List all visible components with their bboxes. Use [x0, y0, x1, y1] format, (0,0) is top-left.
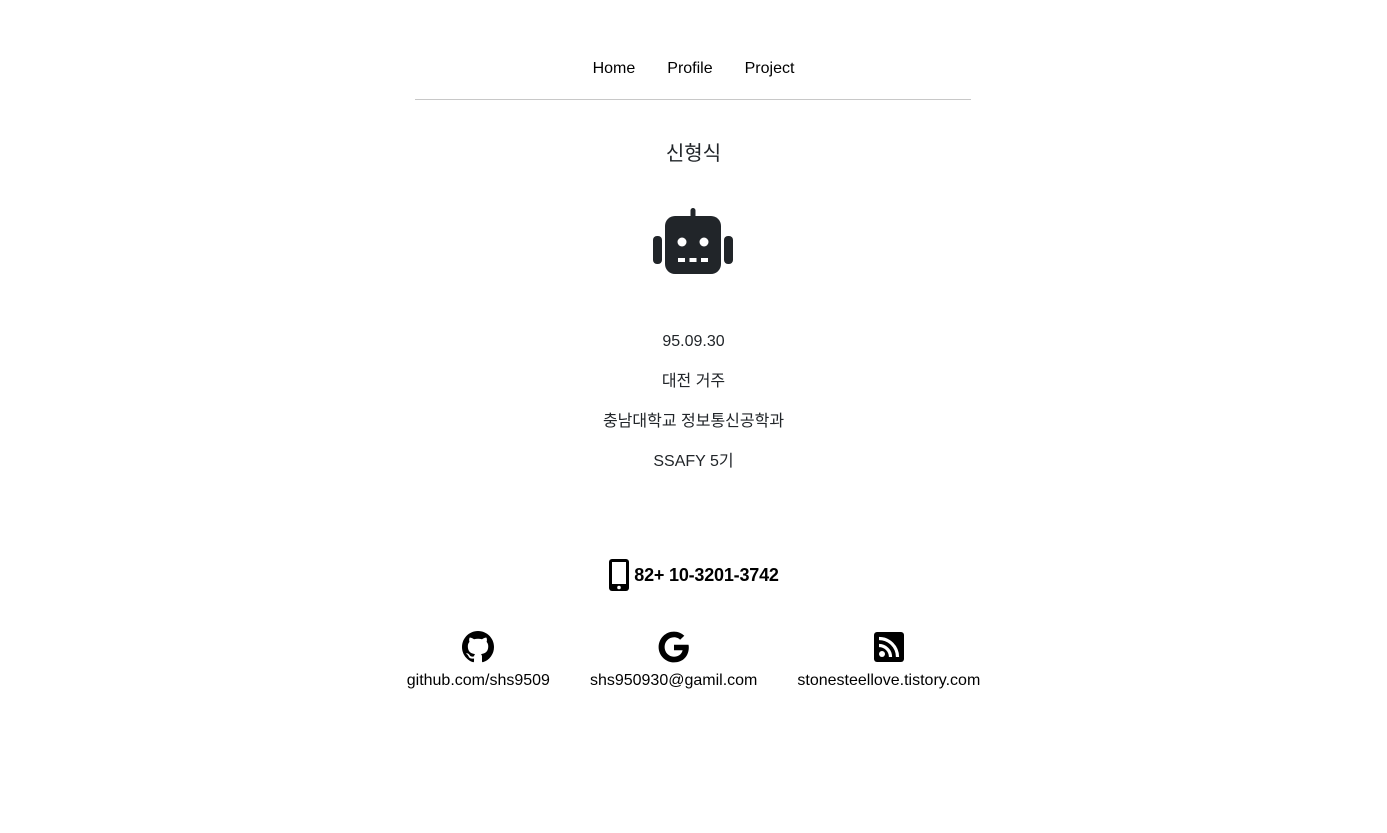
nav-divider — [415, 99, 971, 100]
contact-links: github.com/shs9509 shs950930@gamil.com s… — [0, 630, 1387, 691]
top-nav: Home Profile Project — [0, 54, 1387, 84]
github-link-label: github.com/shs9509 — [406, 672, 550, 689]
tistory-blog-link[interactable]: stonesteellove.tistory.com — [797, 630, 980, 691]
phone-number: 82+ 10-3201-3742 — [634, 564, 779, 585]
rss-icon — [872, 630, 906, 664]
profile-residence: 대전 거주 — [661, 373, 726, 390]
google-icon — [657, 630, 691, 664]
nav-project-link[interactable]: Project — [729, 54, 811, 84]
github-icon — [461, 630, 495, 664]
profile-education: 충남대학교 정보통신공학과 — [602, 413, 785, 430]
mobile-phone-icon — [609, 559, 630, 591]
profile-program: SSAFY 5기 — [653, 453, 734, 470]
tistory-blog-label: stonesteellove.tistory.com — [797, 672, 981, 689]
github-link[interactable]: github.com/shs9509 — [407, 630, 550, 691]
nav-home-link[interactable]: Home — [577, 54, 652, 84]
robot-icon — [653, 208, 733, 274]
profile-name: 신형식 — [665, 143, 722, 165]
google-email-link[interactable]: shs950930@gamil.com — [590, 630, 757, 691]
phone-row: 82+ 10-3201-3742 — [0, 558, 1387, 592]
profile-birthdate: 95.09.30 — [662, 333, 725, 350]
google-email-label: shs950930@gamil.com — [589, 672, 758, 689]
nav-profile-link[interactable]: Profile — [651, 54, 728, 84]
